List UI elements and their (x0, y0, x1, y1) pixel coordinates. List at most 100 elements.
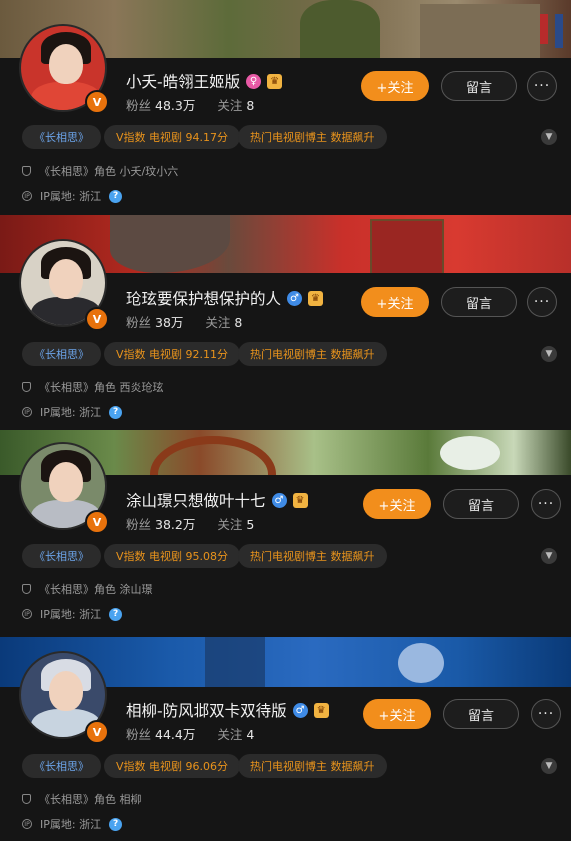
help-icon[interactable]: ? (109, 817, 123, 831)
fans-label: 粉丝 (126, 98, 152, 113)
fans-count[interactable]: 44.4万 (155, 727, 195, 742)
following-count[interactable]: 5 (246, 517, 254, 532)
tag-text: 热门电视剧博主 数据飙升 (250, 550, 375, 563)
crown-badge-icon: ♛ (267, 73, 283, 89)
help-icon[interactable]: ? (109, 405, 123, 419)
male-gender-icon: ♂ (271, 492, 287, 508)
more-options-button[interactable]: ··· (531, 489, 561, 519)
shield-icon (22, 382, 31, 392)
tag-text: 热门电视剧博主 数据飙升 (250, 348, 375, 361)
fans-count[interactable]: 48.3万 (155, 98, 195, 113)
expand-chevron-icon[interactable]: ▼ (541, 129, 557, 145)
tag-text: 《长相思》 (34, 550, 89, 563)
tag-v-index[interactable]: V指数 电视剧 95.08分 (104, 544, 241, 568)
ip-info: IP IP属地: 浙江 ? (22, 188, 123, 204)
following-count[interactable]: 4 (246, 727, 254, 742)
profile-name: 相柳-防风邶双卡双待版 ♂ ♛ (126, 699, 329, 721)
ip-icon: IP (22, 819, 32, 829)
verified-badge-icon: V (85, 307, 109, 331)
following-count[interactable]: 8 (246, 98, 254, 113)
profile-name-text: 小夭-皓翎王姬版 (126, 73, 241, 91)
follow-button[interactable]: +关注 (363, 699, 431, 729)
follow-button-label: +关注 (378, 498, 416, 514)
ip-icon: IP (22, 191, 32, 201)
verified-badge-icon: V (85, 720, 109, 744)
ip-icon: IP (22, 407, 32, 417)
tag-hot-blogger[interactable]: 热门电视剧博主 数据飙升 (238, 544, 387, 568)
ip-location: 浙江 (79, 818, 102, 831)
profile-card: V 小夭-皓翎王姬版 ♀ ♛ 粉丝 48.3万 关注 8 +关注 留言 ··· 《长… (0, 0, 571, 215)
help-icon[interactable]: ? (109, 189, 123, 203)
following-label: 关注 (217, 517, 243, 532)
expand-chevron-icon[interactable]: ▼ (541, 346, 557, 362)
message-button-label: 留言 (465, 296, 492, 312)
more-options-button[interactable]: ··· (527, 287, 557, 317)
message-button[interactable]: 留言 (443, 489, 519, 519)
verified-badge-icon: V (85, 510, 109, 534)
message-button-label: 留言 (467, 498, 494, 514)
following-label: 关注 (217, 98, 243, 113)
role-text: 《长相思》角色 小夭/玟小六 (39, 165, 179, 178)
profile-stats: 粉丝 38万 关注 8 (126, 312, 242, 331)
ip-label: IP属地: (40, 190, 76, 203)
following-label: 关注 (217, 727, 243, 742)
tag-v-index[interactable]: V指数 电视剧 92.11分 (104, 342, 241, 366)
tag-text: 《长相思》 (34, 348, 89, 361)
expand-chevron-icon[interactable]: ▼ (541, 548, 557, 564)
ip-label: IP属地: (40, 818, 76, 831)
follow-button[interactable]: +关注 (361, 71, 429, 101)
tag-hot-blogger[interactable]: 热门电视剧博主 数据飙升 (238, 342, 387, 366)
fans-label: 粉丝 (126, 315, 152, 330)
more-options-button[interactable]: ··· (531, 699, 561, 729)
tag-v-index[interactable]: V指数 电视剧 96.06分 (104, 754, 241, 778)
ip-location: 浙江 (79, 406, 102, 419)
follow-button-label: +关注 (376, 80, 414, 96)
male-gender-icon: ♂ (292, 702, 308, 718)
verified-badge-icon: V (85, 90, 109, 114)
profile-stats: 粉丝 38.2万 关注 5 (126, 514, 254, 533)
role-info: 《长相思》角色 相柳 (22, 791, 142, 807)
following-count[interactable]: 8 (234, 315, 242, 330)
more-icon: ··· (533, 294, 551, 310)
profile-card: V 相柳-防风邶双卡双待版 ♂ ♛ 粉丝 44.4万 关注 4 +关注 留言 ···… (0, 633, 571, 841)
profile-name: 涂山璟只想做叶十七 ♂ ♛ (126, 489, 308, 511)
fans-count[interactable]: 38万 (155, 315, 183, 330)
ip-location: 浙江 (79, 608, 102, 621)
fans-label: 粉丝 (126, 727, 152, 742)
help-icon[interactable]: ? (109, 607, 123, 621)
role-info: 《长相思》角色 小夭/玟小六 (22, 163, 178, 179)
shield-icon (22, 794, 31, 804)
tag-drama[interactable]: 《长相思》 (22, 754, 101, 778)
follow-button[interactable]: +关注 (363, 489, 431, 519)
profile-name: 玱玹要保护想保护的人 ♂ ♛ (126, 287, 324, 309)
role-text: 《长相思》角色 涂山璟 (39, 583, 153, 596)
profile-name: 小夭-皓翎王姬版 ♀ ♛ (126, 70, 283, 92)
more-options-button[interactable]: ··· (527, 71, 557, 101)
tag-drama[interactable]: 《长相思》 (22, 342, 101, 366)
tag-hot-blogger[interactable]: 热门电视剧博主 数据飙升 (238, 125, 387, 149)
tag-text: 《长相思》 (34, 131, 89, 144)
tag-v-index[interactable]: V指数 电视剧 94.17分 (104, 125, 241, 149)
ip-label: IP属地: (40, 608, 76, 621)
profile-stats: 粉丝 48.3万 关注 8 (126, 95, 254, 114)
follow-button[interactable]: +关注 (361, 287, 429, 317)
message-button[interactable]: 留言 (443, 699, 519, 729)
tag-text: 热门电视剧博主 数据飙升 (250, 131, 375, 144)
ip-info: IP IP属地: 浙江 ? (22, 606, 123, 622)
ip-label: IP属地: (40, 406, 76, 419)
profile-name-text: 涂山璟只想做叶十七 (126, 492, 266, 510)
message-button[interactable]: 留言 (441, 71, 517, 101)
ip-info: IP IP属地: 浙江 ? (22, 404, 123, 420)
tag-hot-blogger[interactable]: 热门电视剧博主 数据飙升 (238, 754, 387, 778)
follow-button-label: +关注 (376, 296, 414, 312)
profile-name-text: 相柳-防风邶双卡双待版 (126, 702, 287, 720)
fans-label: 粉丝 (126, 517, 152, 532)
role-text: 《长相思》角色 相柳 (39, 793, 142, 806)
message-button[interactable]: 留言 (441, 287, 517, 317)
tag-drama[interactable]: 《长相思》 (22, 544, 101, 568)
fans-count[interactable]: 38.2万 (155, 517, 195, 532)
role-info: 《长相思》角色 西炎玱玹 (22, 379, 164, 395)
follow-button-label: +关注 (378, 708, 416, 724)
tag-drama[interactable]: 《长相思》 (22, 125, 101, 149)
expand-chevron-icon[interactable]: ▼ (541, 758, 557, 774)
